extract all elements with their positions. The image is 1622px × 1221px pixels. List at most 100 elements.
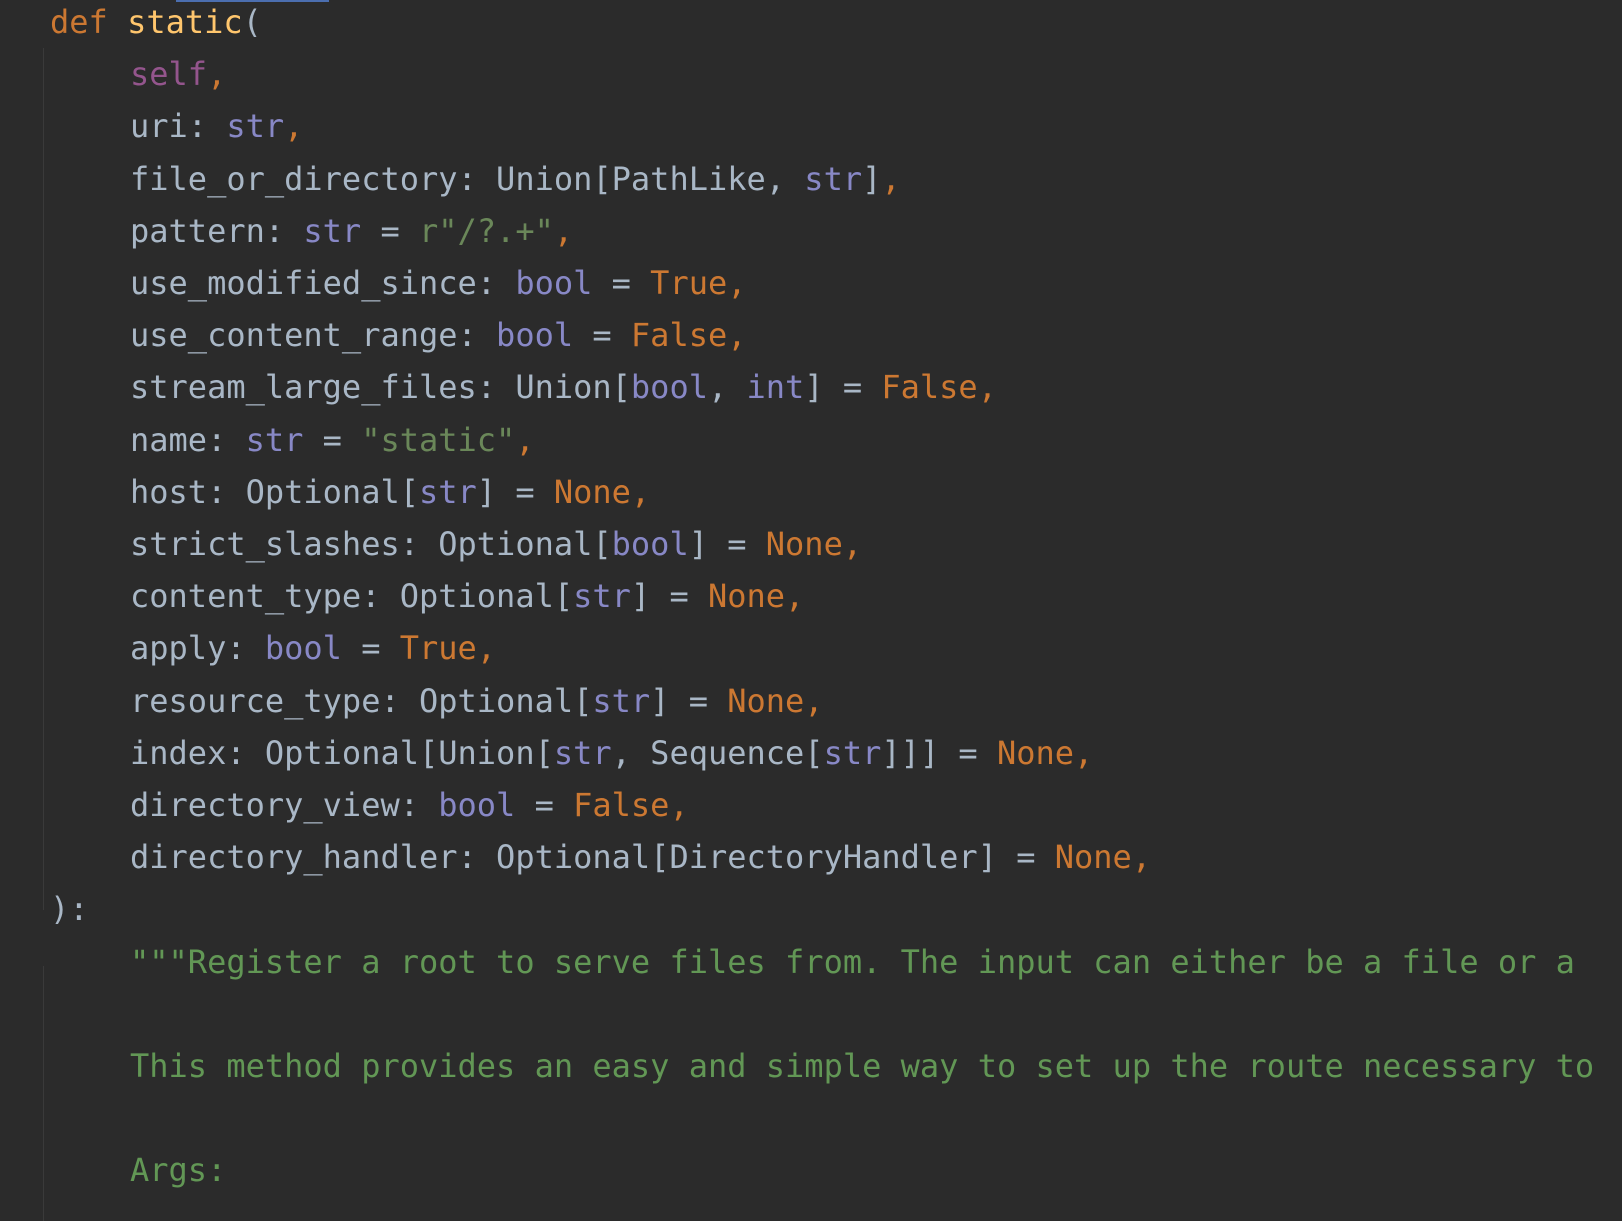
code-token: ,	[785, 577, 805, 616]
code-token: content_type: Optional[	[130, 577, 574, 616]
code-line[interactable]: Args:	[130, 1143, 226, 1197]
code-line[interactable]: host: Optional[str] = None,	[130, 465, 650, 519]
code-token: ] =	[804, 368, 882, 407]
code-token: ,	[1074, 733, 1094, 772]
code-token: str	[592, 681, 651, 720]
code-token: strict_slashes: Optional[	[130, 525, 612, 563]
code-token: str	[226, 107, 285, 146]
code-token: False	[630, 316, 728, 355]
code-token: str	[553, 733, 612, 772]
code-token: static	[127, 3, 243, 41]
code-token: str	[804, 159, 863, 198]
code-token: def	[50, 3, 108, 41]
code-line[interactable]: stream_large_files: Union[bool, int] = F…	[130, 360, 997, 414]
code-token: False	[573, 786, 670, 824]
code-token: str	[245, 420, 304, 459]
code-token: ,	[207, 55, 227, 94]
code-token: ,	[630, 472, 651, 511]
code-line[interactable]: index: Optional[Union[str, Sequence[str]…	[130, 726, 1093, 780]
code-token: str	[573, 577, 631, 616]
code-token: Args:	[130, 1151, 227, 1190]
code-token: bool	[496, 316, 574, 355]
code-line[interactable]: ):	[50, 882, 89, 936]
code-line[interactable]: def static(	[50, 0, 262, 49]
code-token: stream_large_files: Union[	[130, 368, 631, 407]
code-line[interactable]: name: str = "static",	[130, 413, 535, 467]
code-token: ] =	[688, 525, 766, 563]
indent-guide	[43, 48, 44, 910]
code-token: bool	[515, 264, 593, 302]
code-token: ,	[669, 786, 689, 824]
code-token: ]	[862, 159, 882, 198]
code-token: bool	[264, 629, 342, 668]
code-token: index: Optional[Union[	[130, 733, 554, 772]
code-token: ]]] =	[881, 733, 997, 772]
code-line[interactable]: directory_handler: Optional[DirectoryHan…	[130, 830, 1151, 884]
code-token: (	[242, 3, 262, 41]
code-token: This method provides an easy and simple …	[130, 1047, 1595, 1085]
code-token: ,	[515, 420, 535, 459]
code-token: str	[418, 472, 477, 511]
code-token: int	[746, 368, 805, 407]
code-token: use_modified_since:	[130, 264, 516, 302]
code-line[interactable]: strict_slashes: Optional[bool] = None,	[130, 517, 862, 571]
code-token: ,	[727, 316, 747, 355]
code-token: host: Optional[	[130, 472, 419, 511]
code-token: =	[341, 629, 400, 668]
code-token: , Sequence[	[611, 733, 824, 772]
code-token: ] =	[476, 472, 554, 511]
code-token: name:	[130, 420, 246, 459]
code-line[interactable]: This method provides an easy and simple …	[130, 1039, 1594, 1093]
code-token: use_content_range:	[130, 316, 497, 355]
code-token: ,	[842, 525, 863, 563]
code-line[interactable]: use_content_range: bool = False,	[130, 308, 747, 362]
code-token: None	[1054, 838, 1132, 877]
code-token: =	[573, 316, 631, 355]
code-token: ,	[553, 211, 574, 250]
code-token: ,	[707, 368, 747, 407]
code-line[interactable]: use_modified_since: bool = True,	[130, 256, 747, 310]
code-token: False	[881, 368, 978, 407]
code-line[interactable]: apply: bool = True,	[130, 621, 496, 675]
code-token: directory_handler: Optional[DirectoryHan…	[130, 838, 1055, 877]
code-token: ] =	[650, 681, 728, 720]
code-token: ] =	[630, 577, 708, 616]
code-line[interactable]: pattern: str = r"/?.+",	[130, 204, 573, 258]
code-token: resource_type: Optional[	[130, 681, 593, 720]
code-token: ,	[727, 264, 747, 302]
code-token: None	[727, 681, 805, 720]
code-token: file_or_directory: Union[PathLike,	[130, 159, 805, 198]
code-token: ,	[977, 368, 997, 407]
code-token: =	[303, 420, 362, 459]
code-token: "static"	[361, 420, 516, 459]
code-token: True	[399, 629, 477, 668]
code-line[interactable]: """Register a root to serve files from. …	[130, 935, 1575, 989]
code-token: str	[823, 733, 882, 772]
indent-guide	[43, 966, 44, 1221]
code-token: self	[130, 55, 208, 94]
code-token: =	[361, 211, 419, 250]
code-token: ,	[476, 629, 497, 668]
code-token: directory_view:	[130, 786, 439, 824]
code-token: ,	[1131, 838, 1152, 877]
code-line[interactable]: uri: str,	[130, 99, 303, 153]
code-token: =	[592, 264, 651, 302]
code-token: r"/?.+"	[418, 211, 554, 250]
code-token: None	[996, 733, 1075, 772]
code-token: None	[707, 577, 786, 616]
code-line[interactable]: directory_view: bool = False,	[130, 778, 689, 832]
code-token: True	[650, 264, 728, 302]
code-editor[interactable]: def static(self, uri: str, file_or_directo…	[0, 0, 1622, 1221]
code-token: bool	[630, 368, 708, 407]
code-line[interactable]: content_type: Optional[str] = None,	[130, 569, 804, 623]
code-token: None	[553, 472, 631, 511]
code-token: =	[515, 786, 574, 824]
code-line[interactable]: file_or_directory: Union[PathLike, str],	[130, 152, 901, 206]
code-token: apply:	[130, 629, 265, 668]
code-token: bool	[611, 525, 689, 563]
code-line[interactable]: self,	[130, 47, 226, 101]
code-line[interactable]: resource_type: Optional[str] = None,	[130, 674, 824, 728]
code-token: ):	[50, 890, 89, 929]
code-token: ,	[804, 681, 824, 720]
